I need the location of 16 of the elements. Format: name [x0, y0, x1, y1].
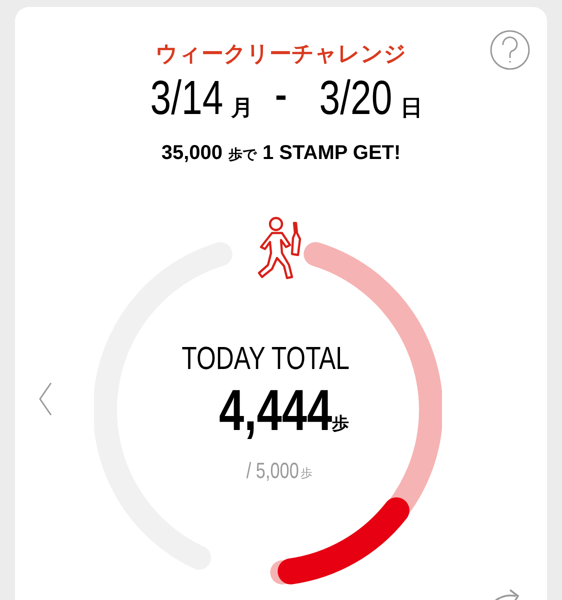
start-date: 3/14 — [150, 75, 223, 123]
challenge-title: ウィークリーチャレンジ — [156, 43, 406, 65]
previous-icon[interactable] — [38, 382, 52, 416]
goal-steps: 35,000 — [161, 143, 222, 163]
steps-unit: 歩 — [332, 414, 350, 432]
today-steps: 4,444 — [218, 382, 332, 440]
start-day: 月 — [231, 97, 253, 119]
today-total-label: TODAY TOTAL — [182, 342, 350, 374]
target-unit: 歩 — [300, 465, 313, 482]
daily-target: / 5,000 — [246, 460, 300, 482]
goal-reward: 1 STAMP GET! — [262, 143, 401, 163]
goal-unit: 歩で — [228, 147, 256, 161]
help-icon[interactable] — [489, 29, 531, 71]
end-date: 3/20 — [319, 75, 392, 123]
end-day: 日 — [400, 97, 422, 119]
date-separator: - — [275, 77, 287, 113]
